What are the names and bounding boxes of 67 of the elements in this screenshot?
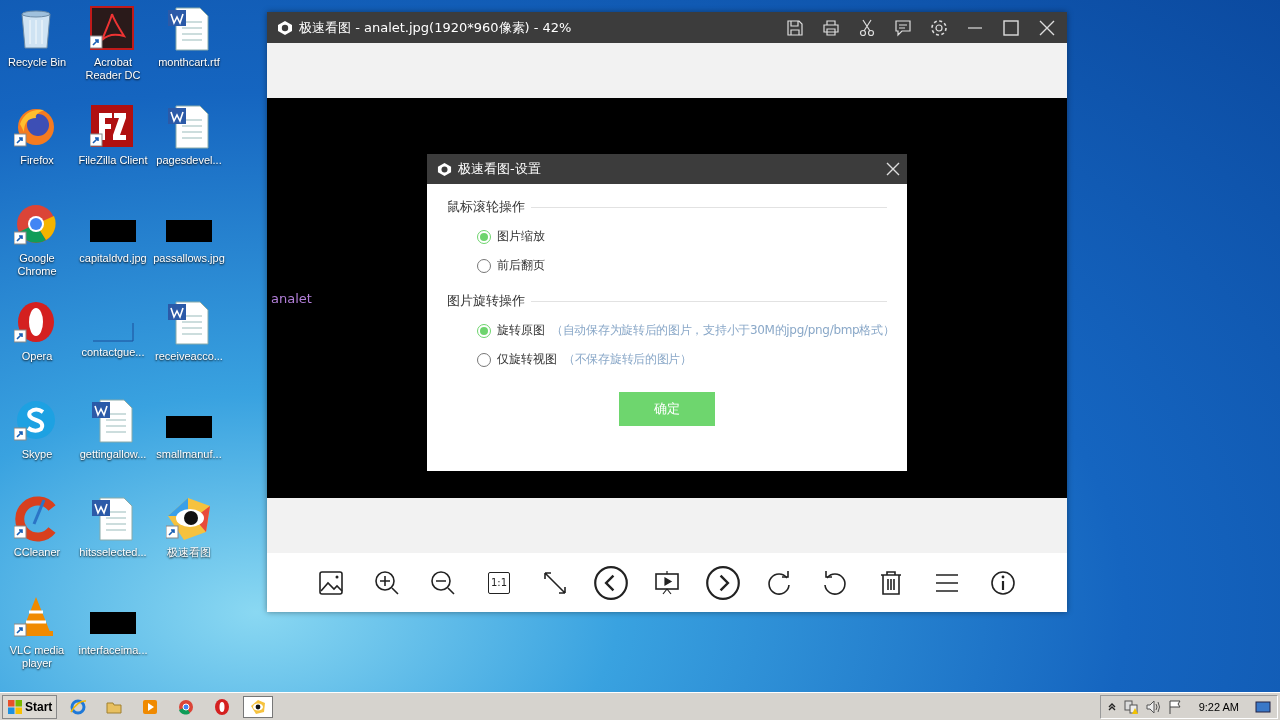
desktop-icon-label[interactable]: Google Chrome: [0, 252, 74, 278]
opera-icon: [213, 697, 232, 716]
show-desktop-icon[interactable]: [1255, 698, 1271, 715]
clock[interactable]: 9:22 AM: [1198, 700, 1239, 713]
desktop-icon-label[interactable]: contactgue...: [81, 346, 145, 359]
option-note: （自动保存为旋转后的图片，支持小于30M的jpg/png/bmp格式）: [551, 322, 895, 339]
actual-size-button[interactable]: 1:1: [488, 571, 510, 594]
app-logo-icon: [277, 19, 293, 36]
desktop-icon-label[interactable]: FileZilla Client: [78, 154, 148, 167]
dialog-title: 极速看图-设置: [458, 160, 542, 178]
thumbnail-icon: [166, 416, 212, 438]
media-icon: [141, 697, 160, 716]
zoom-in-icon[interactable]: [373, 568, 401, 597]
start-button[interactable]: Start: [2, 694, 58, 719]
desktop-icon-label[interactable]: monthcart.rtf: [158, 56, 220, 69]
save-icon[interactable]: [785, 17, 805, 38]
option-note: （不保存旋转后的图片）: [563, 351, 692, 368]
chevron-up-icon[interactable]: [1106, 701, 1117, 712]
thumbnail-icon: [166, 220, 212, 242]
printer-icon[interactable]: [821, 17, 841, 38]
desktop-icon-label[interactable]: Firefox: [20, 154, 54, 167]
image-alt-text: analet: [271, 290, 312, 306]
desktop-icon-label[interactable]: gettingallow...: [79, 448, 147, 461]
option-label[interactable]: 旋转原图: [497, 322, 545, 339]
info-icon[interactable]: [989, 568, 1017, 597]
windows-logo-icon: [7, 698, 23, 715]
ie-icon: [69, 697, 88, 716]
zoom-out-icon[interactable]: [429, 568, 457, 597]
speaker-icon[interactable]: [1144, 698, 1161, 715]
blank-file-icon: [92, 322, 134, 342]
thumbnail-icon: [90, 612, 136, 634]
picture-icon[interactable]: [317, 568, 345, 597]
flag-icon[interactable]: [1166, 698, 1183, 715]
desktop-icon-label[interactable]: receiveacco...: [155, 350, 223, 363]
desktop-icon-label[interactable]: Opera: [21, 350, 53, 363]
rotate-right-icon[interactable]: [765, 568, 793, 597]
scissors-icon[interactable]: [857, 17, 877, 38]
desktop-icon-label[interactable]: VLC media player: [0, 644, 74, 670]
chrome-icon: [177, 697, 196, 716]
desktop-icon-label[interactable]: hitsselected...: [79, 546, 147, 559]
previous-icon[interactable]: [594, 565, 628, 600]
desktop-icon-label[interactable]: smallmanuf...: [156, 448, 222, 461]
desktop-icon-label[interactable]: pagesdevel...: [156, 154, 222, 167]
app-logo-icon: [437, 161, 452, 177]
viewer-icon: [249, 697, 268, 716]
settings-icon[interactable]: [929, 17, 949, 38]
window-title: 极速看图 - analet.jpg(1920*960像素) - 42%: [299, 18, 573, 37]
taskbar-app-button[interactable]: [243, 695, 274, 718]
maximize-icon[interactable]: [1001, 17, 1021, 38]
thumbnail-icon: [90, 220, 136, 242]
desktop-icon-label[interactable]: capitaldvd.jpg: [79, 252, 147, 265]
desktop-icon-label[interactable]: Skype: [21, 448, 53, 461]
close-icon[interactable]: [885, 161, 901, 177]
desktop-icon-label[interactable]: passallows.jpg: [153, 252, 225, 265]
option-label[interactable]: 图片缩放: [497, 228, 545, 245]
desktop-icon-label[interactable]: Recycle Bin: [7, 56, 67, 69]
desktop-icon-label[interactable]: CCleaner: [13, 546, 61, 559]
desktop-icon-label[interactable]: Acrobat Reader DC: [76, 56, 150, 82]
section-heading: 图片旋转操作: [447, 292, 525, 310]
rotate-left-icon[interactable]: [821, 568, 849, 597]
comment-icon[interactable]: [893, 17, 913, 38]
option-label[interactable]: 仅旋转视图: [497, 351, 557, 368]
next-icon[interactable]: [706, 565, 740, 600]
section-heading: 鼠标滚轮操作: [447, 198, 525, 216]
network-icon[interactable]: [1122, 698, 1139, 715]
option-label[interactable]: 前后翻页: [497, 257, 545, 274]
slideshow-icon[interactable]: [653, 568, 681, 597]
